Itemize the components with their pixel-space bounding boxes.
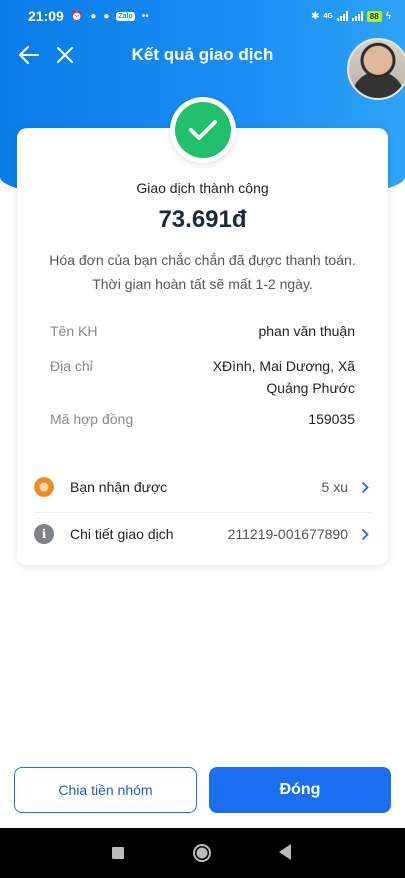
split-bill-button[interactable]: Chia tiền nhóm	[14, 767, 197, 813]
detail-value: XĐình, Mai Dương, Xã Quảng Phước	[212, 358, 355, 396]
back-nav-icon[interactable]	[279, 844, 291, 860]
detail-label: Mã hợp đồng	[50, 411, 134, 427]
chevron-right-icon	[358, 528, 372, 540]
detail-row-address: Địa chỉ XĐình, Mai Dương, Xã Quảng Phước	[50, 355, 355, 399]
close-result-button[interactable]: Đóng	[209, 767, 391, 813]
transaction-amount: 73.691đ	[158, 206, 247, 233]
zalo-icon: Zalo	[116, 11, 135, 21]
transaction-id: 211219-001677890	[227, 526, 348, 542]
info-icon: i	[34, 524, 54, 544]
transaction-status: Giao dịch thành công	[136, 180, 269, 196]
reward-value: 5 xu	[321, 479, 348, 495]
charging-icon: ϟ	[385, 10, 391, 22]
home-icon[interactable]	[193, 844, 211, 862]
transaction-detail-row[interactable]: i Chi tiết giao dịch 211219-001677890	[34, 517, 372, 551]
alarm-icon: ⏰	[70, 10, 84, 22]
messenger-icon: ●	[103, 10, 110, 22]
more-notifications-icon: ••	[141, 10, 149, 22]
chevron-right-icon	[358, 481, 372, 493]
reward-row[interactable]: Bạn nhận được 5 xu	[34, 470, 372, 504]
detail-label: Tên KH	[50, 323, 98, 339]
avatar[interactable]	[347, 38, 405, 100]
transaction-note: Hóa đơn của bạn chắc chắn đã được thanh …	[49, 252, 356, 292]
recent-apps-icon[interactable]	[112, 847, 124, 859]
page-title: Kết quả giao dịch	[131, 45, 274, 64]
checkmark-icon	[189, 120, 217, 140]
signal-icon	[336, 11, 348, 21]
navigation-bar: Kết quả giao dịch	[0, 32, 405, 78]
signal-icon	[351, 11, 363, 21]
messenger-icon: ●	[90, 10, 97, 22]
status-time: 21:09	[28, 8, 64, 24]
system-navigation-bar	[0, 828, 405, 878]
status-bar: 21:09 ⏰ ● ● Zalo •• ✱ 4G 88 ϟ	[0, 0, 405, 32]
bluetooth-icon: ✱	[311, 10, 320, 22]
success-badge	[170, 97, 236, 163]
transaction-detail-label: Chi tiết giao dịch	[70, 526, 174, 542]
coin-icon	[34, 477, 54, 497]
detail-value: 159035	[308, 411, 355, 427]
divider	[34, 512, 372, 513]
detail-value: phan văn thuận	[258, 323, 355, 339]
network-label: 4G	[323, 12, 333, 20]
reward-label: Bạn nhận được	[70, 479, 168, 495]
battery-icon: 88	[366, 10, 382, 22]
detail-label: Địa chỉ	[50, 358, 93, 374]
